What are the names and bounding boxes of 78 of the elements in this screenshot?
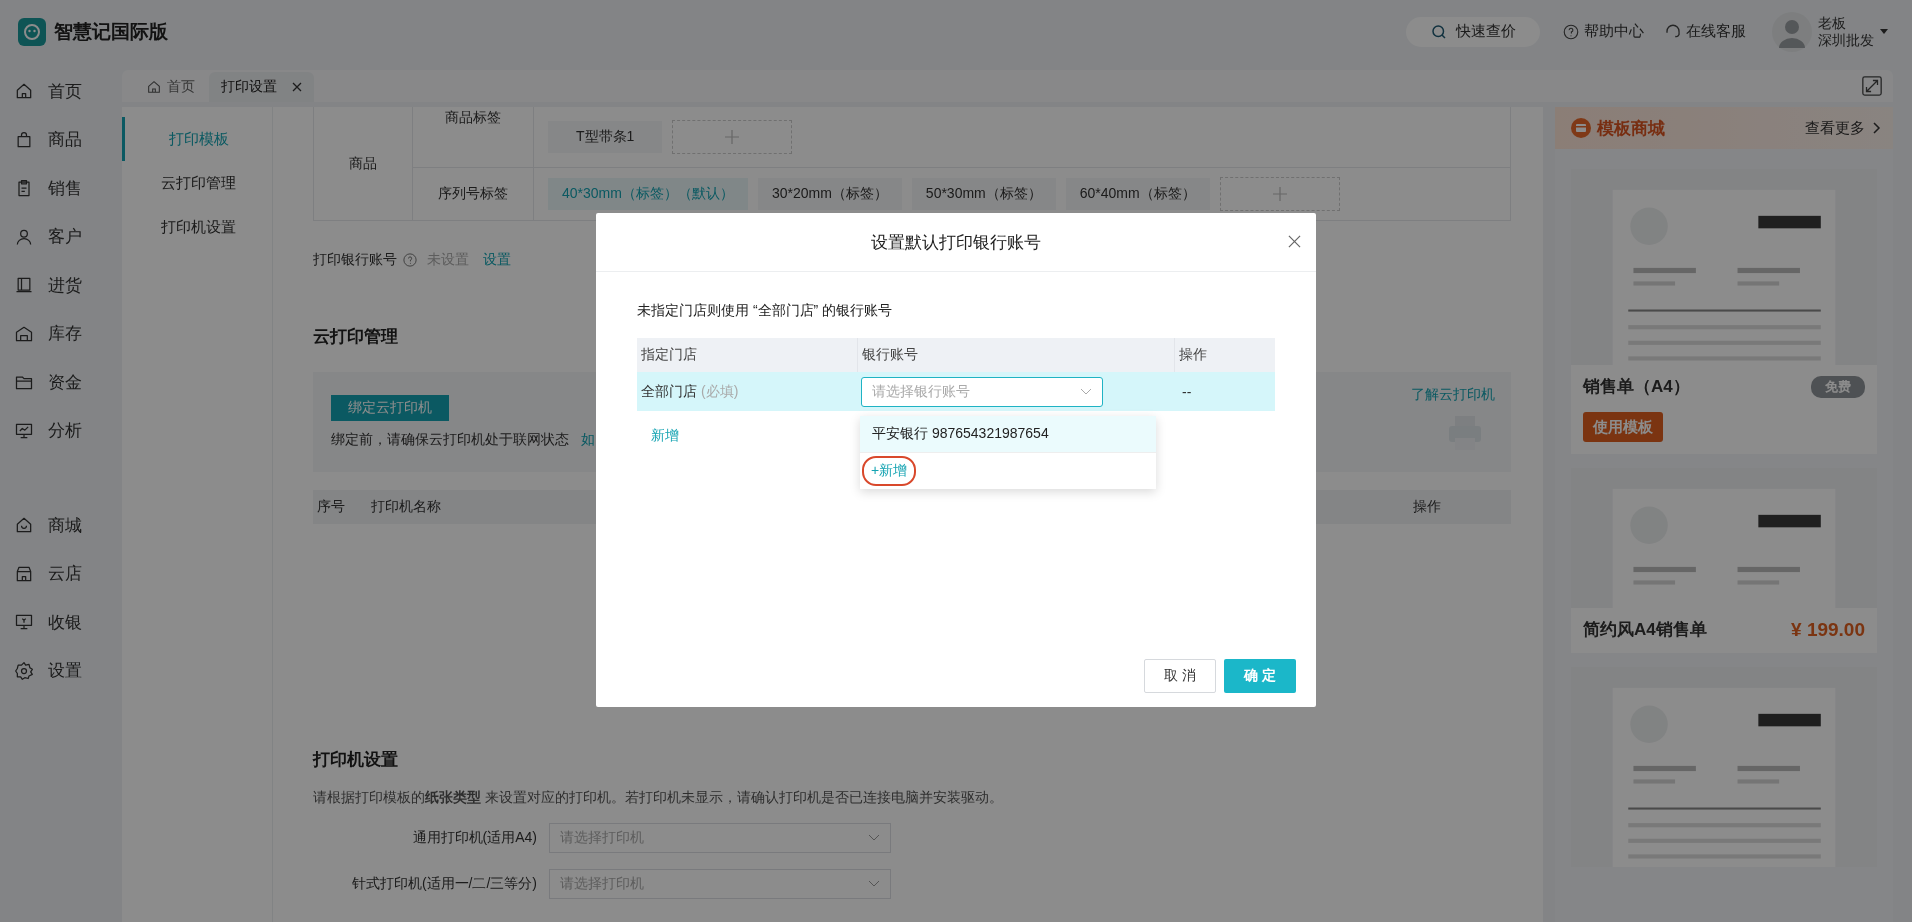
template-name: 销售单（A4） (1583, 376, 1690, 398)
chevron-down-icon (868, 880, 880, 888)
search-icon (1430, 22, 1448, 41)
view-more-link[interactable]: 查看更多 (1805, 118, 1881, 138)
table-row[interactable]: 全部门店 (必填) 请选择银行账号 -- (637, 372, 1275, 411)
logo-icon (18, 17, 46, 46)
price-tag: 免费 (1811, 375, 1865, 398)
required-hint: (必填) (701, 382, 739, 401)
bank-account-label: 打印银行账号 (313, 251, 397, 269)
cancel-button[interactable]: 取 消 (1144, 659, 1216, 693)
bind-printer-button[interactable]: 绑定云打印机 (331, 395, 449, 421)
add-link[interactable]: 新增 (651, 427, 679, 445)
column-header: 打印机名称 (371, 498, 441, 516)
nav-item[interactable]: 收银 (0, 598, 120, 647)
close-icon[interactable] (292, 82, 302, 92)
template-chip[interactable]: T型带条1 (548, 121, 663, 153)
subnav-item[interactable]: 打印模板 (122, 117, 272, 161)
fullscreen-icon[interactable] (1861, 75, 1883, 97)
template-chip[interactable]: 50*30mm（标签） (911, 178, 1056, 210)
template-chip[interactable]: 60*40mm（标签） (1065, 178, 1210, 210)
plus-icon (724, 129, 741, 145)
section-title: 打印机设置 (313, 749, 399, 771)
quick-price-button[interactable]: 快速查价 (1406, 16, 1540, 47)
help-icon (1562, 22, 1580, 41)
tab[interactable]: 首页 (134, 72, 207, 102)
nav-item[interactable]: 客户 (0, 212, 120, 261)
nav-item[interactable]: 进货 (0, 261, 120, 310)
table-cell: 商品标签 (445, 109, 501, 127)
column-header: 操作 (1413, 498, 1441, 516)
template-name: 简约风A4销售单 (1583, 619, 1707, 641)
chevron-down-icon (1080, 387, 1092, 396)
column-header: 指定门店 (640, 345, 698, 364)
column-header: 序号 (317, 498, 346, 516)
help-link[interactable]: 帮助中心 (1562, 22, 1644, 41)
app-name: 智慧记国际版 (54, 19, 168, 44)
table-cell-text: -- (1181, 383, 1192, 400)
store-name: 深圳批发 (1818, 31, 1874, 49)
template-chip[interactable]: 30*20mm（标签） (757, 178, 902, 210)
nav-item[interactable]: 资金 (0, 358, 120, 407)
plus-icon (1271, 186, 1288, 202)
subnav-item[interactable]: 打印机设置 (122, 205, 272, 249)
nav-item[interactable]: 分析 (0, 406, 120, 455)
bank-account-select[interactable]: 请选择银行账号 (861, 376, 1103, 407)
confirm-button[interactable]: 确 定 (1224, 659, 1296, 693)
nav-item[interactable]: 首页 (0, 67, 120, 116)
add-option[interactable]: +新增 (862, 456, 917, 486)
store-title: 模板商城 (1597, 117, 1665, 140)
use-template-button[interactable]: 使用模板 (1583, 412, 1663, 442)
chevron-right-icon (1873, 122, 1881, 134)
nav-item[interactable]: 库存 (0, 309, 120, 358)
dropdown-option[interactable]: 平安银行 987654321987654 (860, 416, 1156, 452)
tab[interactable]: 打印设置 (209, 72, 314, 102)
user-name: 老板 (1818, 14, 1847, 32)
table-cell: 商品 (314, 107, 413, 220)
support-link[interactable]: 在线客服 (1664, 22, 1746, 41)
caret-icon[interactable] (1880, 29, 1888, 34)
section-title: 云打印管理 (313, 326, 399, 348)
notice-text: 绑定前，请确保云打印机处于联网状态 (331, 431, 569, 449)
field-label: 通用打印机(适用A4) (411, 829, 538, 847)
price: ¥ 199.00 (1791, 618, 1865, 641)
nav-item[interactable]: 销售 (0, 164, 120, 213)
table-cell: 序列号标签 (438, 185, 508, 203)
store-name: 全部门店 (641, 382, 697, 401)
store-icon (1571, 118, 1591, 138)
dialog-title: 设置默认打印银行账号 (871, 231, 1041, 254)
nav-item[interactable]: 商品 (0, 115, 120, 164)
subnav-item[interactable]: 云打印管理 (122, 161, 272, 205)
home-icon (146, 79, 162, 95)
field-label: 针式打印机(适用一/二/三等分) (350, 875, 538, 893)
nav-item[interactable]: 商城 (0, 501, 120, 550)
note-text: 未指定门店则使用 “全部门店” 的银行账号 (637, 302, 894, 320)
nav-item[interactable]: 云店 (0, 549, 120, 598)
nav-item[interactable]: 设置 (0, 646, 120, 695)
settings-icon (14, 660, 34, 681)
close-icon[interactable] (1288, 235, 1301, 248)
chevron-down-icon (868, 834, 880, 842)
set-link[interactable]: 设置 (483, 251, 511, 269)
description-text: 请根据打印模板的纸张类型 来设置对应的打印机。若打印机未显示，请确认打印机是否已连接电脑并安装驱动。 (313, 789, 1004, 807)
